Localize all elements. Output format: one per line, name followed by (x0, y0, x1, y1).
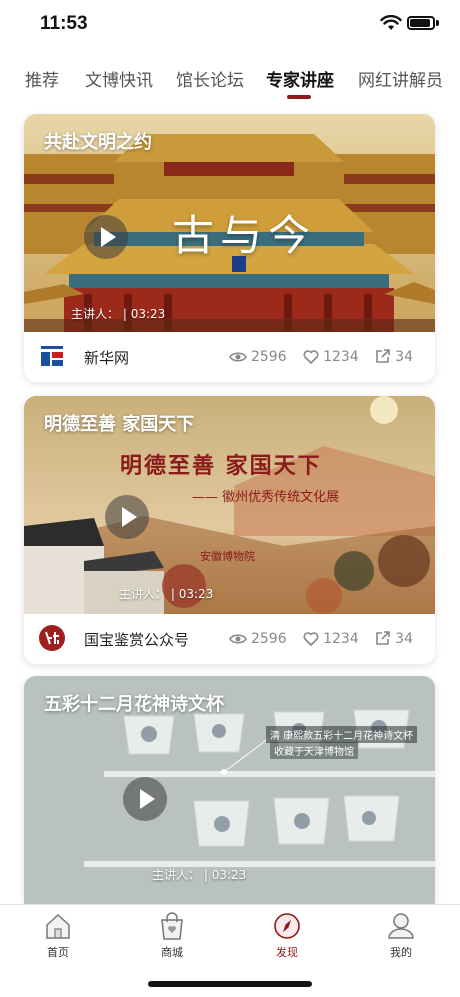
share-button[interactable]: 34 (375, 348, 413, 365)
lecture-card[interactable]: 明德至善 家国天下 明德至善 家国天下 —— 徽州优秀传统文化展 安徽博物院 主… (24, 396, 435, 664)
museum-name: 安徽博物院 (200, 550, 255, 563)
eye-icon (229, 352, 247, 362)
view-count: 2596 (229, 349, 287, 365)
tab-expert-lectures[interactable]: 专家讲座 (266, 66, 334, 91)
tabbar-shop-label: 商城 (161, 946, 183, 959)
share-button[interactable]: 34 (375, 630, 413, 647)
heart-icon (303, 632, 319, 646)
share-icon (376, 349, 390, 363)
video-duration: 03:23 (211, 868, 247, 882)
home-indicator (148, 981, 312, 987)
share-icon (376, 631, 390, 645)
tab-curator-forum[interactable]: 馆长论坛 (176, 66, 244, 91)
speaker-label: 主讲人： (152, 868, 201, 882)
active-tab-indicator (287, 95, 311, 99)
speaker-info: 主讲人： | 03:23 (119, 587, 214, 601)
like-button[interactable]: 1234 (303, 631, 359, 647)
speaker-info: 主讲人： | 03:23 (152, 868, 247, 882)
tab-influencer-guides[interactable]: 网红讲解员 (358, 66, 443, 91)
battery-icon (407, 16, 435, 30)
tabbar-profile-label: 我的 (390, 946, 412, 959)
tab-news[interactable]: 文博快讯 (85, 66, 153, 91)
tabbar-discover-label: 发现 (276, 946, 298, 959)
play-button[interactable] (105, 495, 149, 539)
exhibition-title-overlay: 明德至善 家国天下 (120, 453, 322, 479)
calligraphy-overlay: 古与今 (172, 211, 317, 260)
card-footer: 新华网 2596 1234 34 (24, 332, 435, 382)
speaker-info: 主讲人： | 03:23 (71, 307, 166, 321)
tabbar-home-label: 首页 (47, 946, 69, 959)
status-time: 11:53 (40, 13, 88, 34)
play-button[interactable] (84, 215, 128, 259)
video-duration: 03:23 (178, 587, 214, 601)
lecture-card[interactable]: 古与今 共赴文明之约 主讲人： | 03:23 新华网 2596 1234 34 (24, 114, 435, 382)
guobao-logo-icon (39, 625, 65, 651)
speaker-label: 主讲人： (119, 587, 168, 601)
exhibition-subtitle: —— 徽州优秀传统文化展 (192, 490, 340, 505)
collection-caption: 收藏于天津博物馆 (270, 742, 358, 759)
card-title: 共赴文明之约 (44, 132, 152, 153)
tabbar-profile[interactable]: 我的 (371, 911, 431, 960)
video-thumbnail[interactable]: 明德至善 家国天下 明德至善 家国天下 —— 徽州优秀传统文化展 安徽博物院 主… (24, 396, 435, 614)
play-button[interactable] (123, 777, 167, 821)
shop-bag-icon (161, 912, 183, 940)
wifi-icon (380, 15, 402, 30)
eye-icon (229, 634, 247, 644)
view-count: 2596 (229, 631, 287, 647)
like-button[interactable]: 1234 (303, 349, 359, 365)
source-name[interactable]: 国宝鉴赏公众号 (84, 629, 189, 650)
tabbar-discover[interactable]: 发现 (257, 911, 317, 960)
category-tabs: 推荐 文博快讯 馆长论坛 专家讲座 网红讲解员 (0, 58, 460, 102)
home-icon (46, 913, 70, 939)
lecture-card[interactable]: 五彩十二月花神诗文杯 清 康熙款五彩十二月花神诗文杯 收藏于天津博物馆 主讲人：… (24, 676, 435, 904)
speaker-label: 主讲人： (71, 307, 120, 321)
card-footer: 国宝鉴赏公众号 2596 1234 34 (24, 614, 435, 664)
video-duration: 03:23 (130, 307, 166, 321)
tab-recommend[interactable]: 推荐 (25, 66, 59, 91)
card-title: 明德至善 家国天下 (44, 414, 195, 435)
compass-icon (274, 913, 300, 939)
card-title: 五彩十二月花神诗文杯 (44, 694, 224, 715)
source-name[interactable]: 新华网 (84, 347, 129, 368)
tabbar-home[interactable]: 首页 (28, 911, 88, 960)
tabbar-shop[interactable]: 商城 (142, 911, 202, 960)
profile-icon (388, 913, 414, 939)
artifact-caption: 清 康熙款五彩十二月花神诗文杯 (266, 726, 418, 743)
status-bar: 11:53 (0, 0, 460, 50)
xinhua-logo-icon (38, 342, 66, 370)
video-thumbnail[interactable]: 古与今 共赴文明之约 主讲人： | 03:23 (24, 114, 435, 332)
heart-icon (303, 350, 319, 364)
video-thumbnail[interactable]: 五彩十二月花神诗文杯 清 康熙款五彩十二月花神诗文杯 收藏于天津博物馆 主讲人：… (24, 676, 435, 904)
card-stats: 2596 1234 34 (217, 630, 413, 647)
card-stats: 2596 1234 34 (217, 348, 413, 365)
